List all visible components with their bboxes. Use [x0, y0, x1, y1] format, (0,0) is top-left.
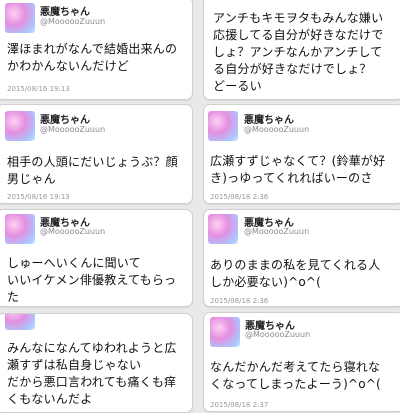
user-handle[interactable]: @MoooooZuuun	[245, 330, 310, 339]
display-name[interactable]: 悪魔ちゃん	[244, 111, 294, 126]
tweet-card[interactable]: 悪魔ちゃん @MoooooZuuun 広瀬すずじゃなくて？(鈴華が好 き)っゆっ…	[203, 104, 400, 204]
tweet-card[interactable]: みんなになんてゆわれようと広 瀬すずは私自身じゃない だから悪口言われても痛くも…	[0, 313, 193, 413]
user-handle[interactable]: @MoooooZuuun	[244, 227, 309, 236]
avatar[interactable]	[5, 214, 35, 244]
display-name[interactable]: 悪魔ちゃん	[40, 111, 90, 126]
user-handle[interactable]: @MoooooZuuun	[244, 125, 309, 134]
timestamp: 2015/08/18 2:36	[210, 297, 269, 305]
avatar[interactable]	[5, 314, 35, 330]
display-name[interactable]: 悪魔ちゃん	[40, 3, 90, 18]
tweet-text: ありのままの私を見てくれる人 しか必要ない)^o^(	[210, 258, 381, 289]
tweet-text: なんだかんだ考えてたら寝れな くなってしまったよーう)^o^(	[210, 360, 381, 391]
user-handle[interactable]: @MoooooZuuun	[40, 17, 105, 26]
avatar[interactable]	[208, 111, 238, 141]
timestamp: 2015/08/16 19:13	[7, 193, 70, 201]
tweet-text: みんなになんてゆわれようと広 瀬すずは私自身じゃない だから悪口言われても痛くも…	[7, 341, 177, 406]
tweet-card[interactable]: 悪魔ちゃん @MoooooZuuun ありのままの私を見てくれる人 しか必要ない…	[203, 209, 400, 307]
tweet-text: アンチもキモヲタもみんな嫌い 応援してる自分が好きなだけで しょ？アンチなんかア…	[213, 11, 384, 93]
tweet-card[interactable]: 悪魔ちゃん @MoooooZuuun しゅーへいくんに聞いて いいイケメン俳優教…	[0, 209, 193, 307]
tweet-text: 相手の人頭にだいじょうぶ？顔 男じゃん	[7, 155, 178, 186]
avatar[interactable]	[210, 317, 240, 347]
tweet-card[interactable]: 悪魔ちゃん @MoooooZuuun 澤ほまれがなんで結婚出来んの かわかんない…	[0, 0, 193, 100]
user-handle[interactable]: @MoooooZuuun	[40, 227, 105, 236]
tweet-text: しゅーへいくんに聞いて いいイケメン俳優教えてもらっ た	[7, 256, 177, 304]
avatar[interactable]	[208, 214, 238, 244]
tweet-card[interactable]: 悪魔ちゃん @MoooooZuuun なんだかんだ考えてたら寝れな くなってしま…	[203, 312, 400, 412]
user-handle[interactable]: @MoooooZuuun	[40, 125, 105, 134]
timestamp: 2015/08/16 19:13	[7, 85, 70, 93]
tweet-text: 広瀬すずじゃなくて？(鈴華が好 き)っゆってくれればいーのさ	[210, 154, 386, 185]
avatar[interactable]	[5, 111, 35, 141]
avatar[interactable]	[5, 3, 35, 33]
tweet-card[interactable]: 悪魔ちゃん @MoooooZuuun 相手の人頭にだいじょうぶ？顔 男じゃん 2…	[0, 104, 193, 204]
tweet-card[interactable]: アンチもキモヲタもみんな嫌い 応援してる自分が好きなだけで しょ？アンチなんかア…	[203, 0, 400, 100]
timestamp: 2015/08/18 2:36	[210, 193, 269, 201]
tweet-text: 澤ほまれがなんで結婚出来んの かわかんないんだけど	[7, 42, 178, 73]
